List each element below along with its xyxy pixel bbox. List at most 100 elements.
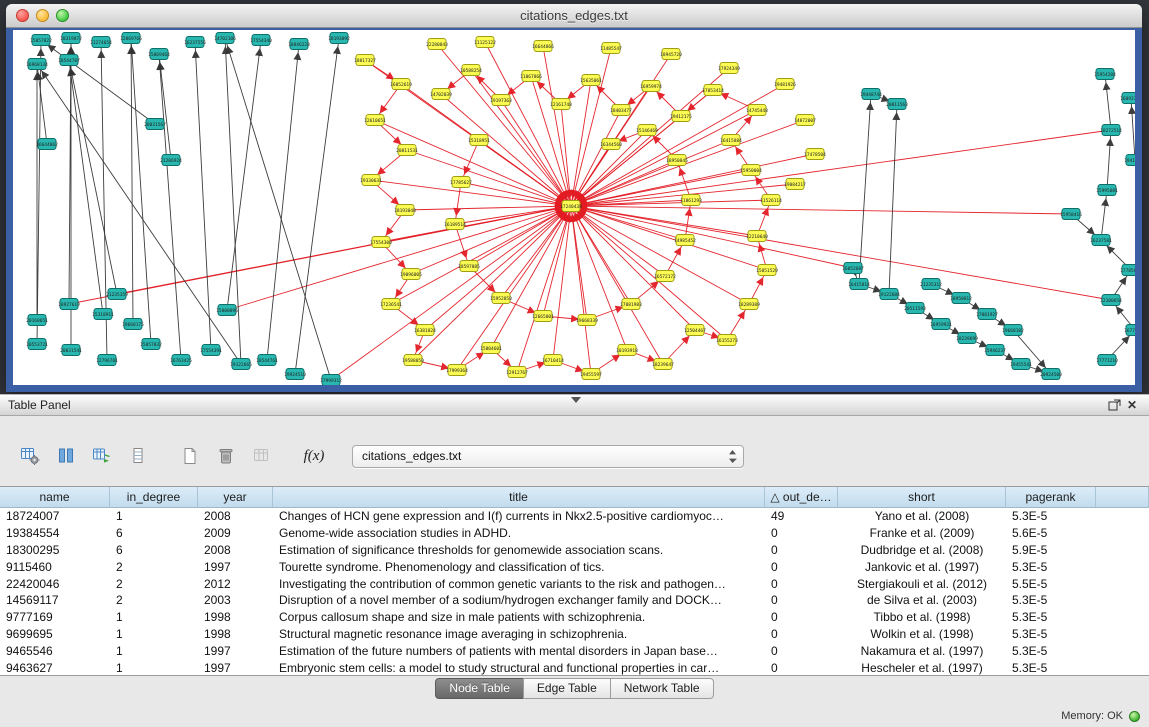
table-row[interactable]: 1830029562008Estimation of significance … <box>0 542 1149 559</box>
table-cell[interactable]: 5.3E-5 <box>1006 560 1096 574</box>
show-columns-button[interactable] <box>52 442 80 470</box>
graph-node[interactable]: 15635061 <box>580 75 602 86</box>
table-cell[interactable]: Nakamura et al. (1997) <box>838 644 1006 658</box>
graph-edge[interactable] <box>227 206 571 310</box>
graph-node[interactable]: 20511593 <box>904 303 926 314</box>
graph-node[interactable]: 18193092 <box>328 33 350 44</box>
graph-node[interactable]: 17554391 <box>200 345 222 356</box>
graph-node[interactable]: 16052619 <box>390 79 412 90</box>
graph-node[interactable]: 12210640 <box>746 231 768 242</box>
table-cell[interactable]: Genome-wide association studies in ADHD. <box>273 526 765 540</box>
graph-edge[interactable] <box>571 206 587 320</box>
graph-node[interactable]: 16237556 <box>184 37 206 48</box>
graph-node[interactable]: 16770712 <box>1124 325 1135 336</box>
table-cell[interactable]: Dudbridge et al. (2008) <box>838 543 1006 557</box>
graph-node[interactable]: 19455541 <box>1010 359 1032 370</box>
graph-node[interactable]: 19924510 <box>284 369 306 380</box>
column-header[interactable]: △ out_de… <box>765 487 838 507</box>
graph-node[interactable]: 17999312 <box>320 375 342 386</box>
graph-node[interactable]: 17554340 <box>250 35 272 46</box>
table-cell[interactable]: 1 <box>110 627 198 641</box>
graph-node[interactable]: 12912767 <box>506 367 528 378</box>
table-row[interactable]: 969969511998Structural magnetic resonanc… <box>0 626 1149 643</box>
graph-edge[interactable] <box>469 206 571 266</box>
graph-edge[interactable] <box>571 160 677 206</box>
close-panel-icon[interactable]: ✕ <box>1123 397 1141 413</box>
table-cell[interactable]: 2008 <box>198 543 273 557</box>
graph-node[interactable]: 15804601 <box>480 343 502 354</box>
graph-edge[interactable] <box>69 60 103 314</box>
graph-node[interactable]: 19668102 <box>1002 325 1024 336</box>
graph-node[interactable]: 19588050 <box>402 355 424 366</box>
table-cell[interactable]: Embryonic stem cells: a model to study s… <box>273 661 765 675</box>
table-cell[interactable]: 5.3E-5 <box>1006 610 1096 624</box>
table-cell[interactable]: 1 <box>110 661 198 675</box>
graph-node[interactable]: 22280843 <box>426 39 448 50</box>
graph-node[interactable]: 16644866 <box>532 41 554 52</box>
graph-edge[interactable] <box>131 38 151 344</box>
table-cell[interactable]: Tourette syndrome. Phenomenology and cla… <box>273 560 765 574</box>
import-table-button[interactable] <box>88 442 116 470</box>
graph-edge[interactable] <box>1131 98 1135 160</box>
table-cell[interactable]: 0 <box>765 627 838 641</box>
table-cell[interactable]: 2003 <box>198 593 273 607</box>
graph-node[interactable]: 16644862 <box>36 139 58 150</box>
graph-node[interactable]: 17853414 <box>702 85 724 96</box>
table-cell[interactable]: Stergiakouli et al. (2012) <box>838 577 1006 591</box>
graph-node[interactable]: 16381824 <box>414 325 436 336</box>
table-cell[interactable]: 1 <box>110 509 198 523</box>
table-cell[interactable]: Investigating the contribution of common… <box>273 577 765 591</box>
table-cell[interactable]: Structural magnetic resonance image aver… <box>273 627 765 641</box>
graph-node[interactable]: 11125122 <box>474 37 496 48</box>
table-cell[interactable]: 5.3E-5 <box>1006 627 1096 641</box>
graph-node[interactable]: 19122604 <box>878 289 900 300</box>
table-cell[interactable]: Disruption of a novel member of a sodium… <box>273 593 765 607</box>
graph-node[interactable]: 16959921 <box>930 319 952 330</box>
graph-node[interactable]: 18239647 <box>652 359 674 370</box>
table-cell[interactable]: 9115460 <box>0 560 110 574</box>
table-cell[interactable]: Hescheler et al. (1997) <box>838 661 1006 675</box>
graph-edge[interactable] <box>131 38 133 324</box>
table-cell[interactable]: 5.3E-5 <box>1006 593 1096 607</box>
graph-node[interactable]: 16189514 <box>444 219 466 230</box>
graph-edge[interactable] <box>267 44 299 360</box>
graph-edge[interactable] <box>455 224 469 266</box>
tab-edge-table[interactable]: Edge Table <box>523 678 611 699</box>
graph-node[interactable]: 21235312 <box>920 279 942 290</box>
graph-node[interactable]: 17081927 <box>976 309 998 320</box>
graph-node[interactable]: 12869766 <box>120 33 142 44</box>
table-cell[interactable]: 9463627 <box>0 661 110 675</box>
graph-edge[interactable] <box>413 206 571 360</box>
graph-node[interactable]: 18846228 <box>288 39 310 50</box>
graph-edge[interactable] <box>571 120 805 206</box>
delete-table-button[interactable] <box>212 442 240 470</box>
graph-node[interactable]: 18817327 <box>354 55 376 66</box>
graph-edge[interactable] <box>543 206 571 316</box>
table-cell[interactable]: Corpus callosum shape and size in male p… <box>273 610 765 624</box>
graph-edge[interactable] <box>441 94 571 206</box>
table-cell[interactable]: 14569117 <box>0 593 110 607</box>
table-cell[interactable]: 5.3E-5 <box>1006 644 1096 658</box>
table-cell[interactable]: Wolkin et al. (1998) <box>838 627 1006 641</box>
graph-node[interactable]: 12161748 <box>550 99 572 110</box>
table-cell[interactable]: 0 <box>765 644 838 658</box>
table-row[interactable]: 1456911722003Disruption of a novel membe… <box>0 592 1149 609</box>
graph-edge[interactable] <box>501 100 571 206</box>
table-cell[interactable]: 0 <box>765 543 838 557</box>
graph-node[interactable]: 16052687 <box>842 263 864 274</box>
graph-node[interactable]: 15851529 <box>756 265 778 276</box>
graph-node[interactable]: 14745448 <box>746 105 768 116</box>
table-cell[interactable]: 0 <box>765 661 838 675</box>
network-canvas[interactable]: 1724043818817327160526191261065120811531… <box>13 30 1135 385</box>
graph-node[interactable]: 10588254 <box>460 65 482 76</box>
graph-node[interactable]: 18239699 <box>956 333 978 344</box>
table-cell[interactable]: 0 <box>765 526 838 540</box>
graph-node[interactable]: 10193918 <box>616 345 638 356</box>
graph-node[interactable]: 19448744 <box>860 89 882 100</box>
graph-node[interactable]: 16344560 <box>600 139 622 150</box>
network-graph[interactable]: 1724043818817327160526191261065120811531… <box>13 30 1135 385</box>
table-row[interactable]: 1872400712008Changes of HCN gene express… <box>0 508 1149 525</box>
graph-node[interactable]: 19668175 <box>122 319 144 330</box>
graph-edge[interactable] <box>859 94 871 284</box>
graph-node[interactable]: 15800896 <box>216 305 238 316</box>
